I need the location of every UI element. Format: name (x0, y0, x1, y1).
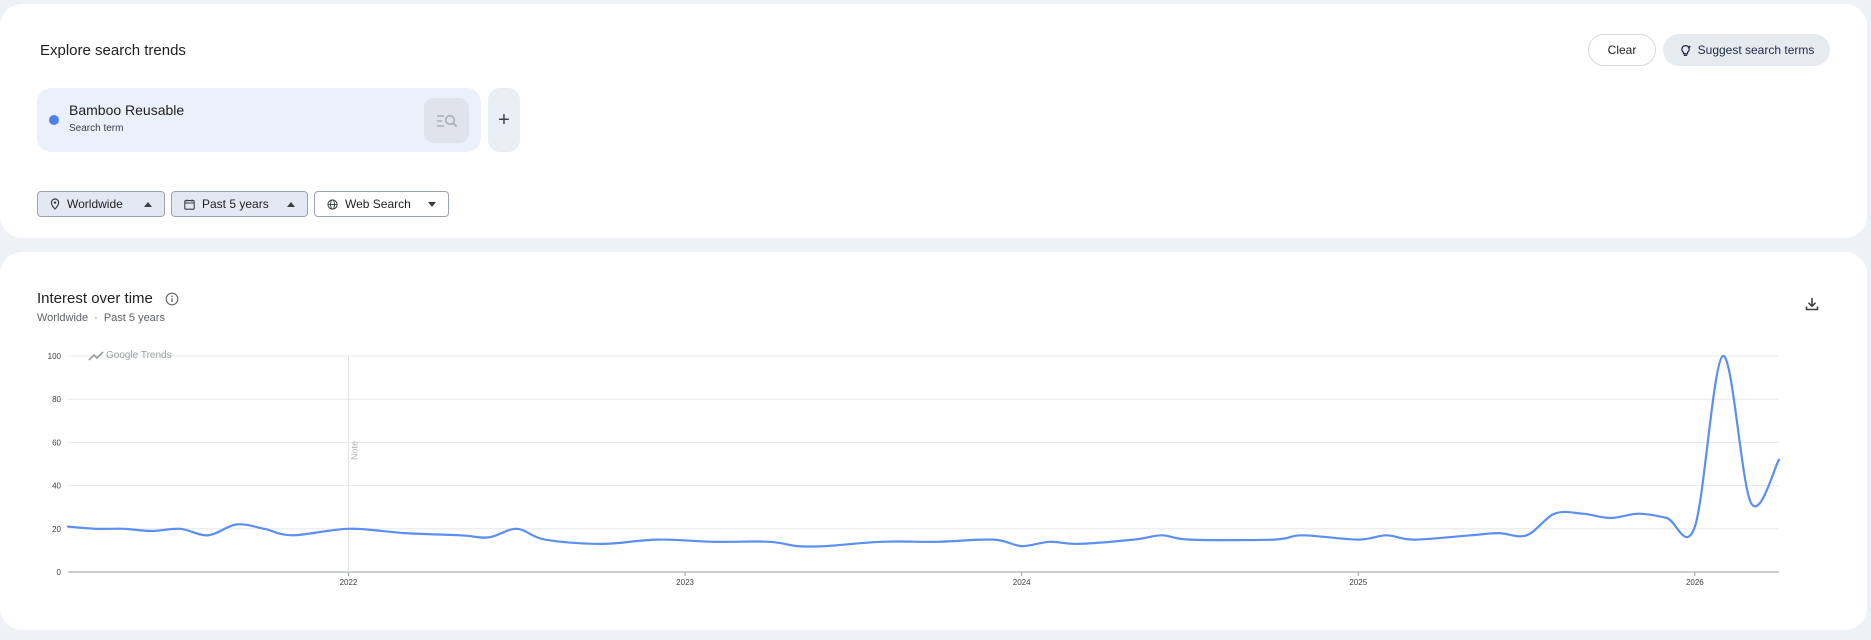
chevron-up-icon (144, 201, 152, 207)
clear-button[interactable]: Clear (1588, 34, 1656, 66)
location-pin-icon (50, 198, 60, 210)
page-title: Explore search trends (40, 42, 186, 59)
time-range-filter[interactable]: Past 5 years (171, 191, 308, 217)
chevron-down-icon (428, 201, 436, 207)
search-property-label: Web Search (345, 197, 411, 211)
search-term-type: Search term (69, 123, 124, 134)
chart-subtitle: Worldwide · Past 5 years (37, 312, 165, 324)
search-property-filter[interactable]: Web Search (314, 191, 449, 217)
search-term-name: Bamboo Reusable (69, 102, 185, 118)
series-line-bamboo-reusable (66, 354, 1781, 548)
calendar-icon (184, 199, 195, 210)
search-term-card[interactable]: Bamboo Reusable Search term (37, 88, 481, 152)
x-tick-label: 2024 (1013, 578, 1031, 587)
chevron-up-icon (287, 201, 295, 207)
chart-title: Interest over time (37, 290, 153, 307)
add-term-button[interactable]: + (488, 88, 520, 152)
y-tick-label: 20 (52, 525, 61, 534)
chart-gridlines (68, 355, 1779, 573)
x-axis-ticks: 2022 2023 2024 2025 2026 (340, 572, 1704, 587)
y-tick-label: 80 (52, 395, 61, 404)
interest-line-chart: 100 80 60 40 20 0 2022 2023 2024 2025 2026 Google… (48, 350, 1781, 587)
series-color-dot (49, 115, 59, 125)
y-tick-label: 60 (52, 438, 61, 447)
location-filter[interactable]: Worldwide (37, 191, 165, 217)
x-tick-label: 2026 (1686, 578, 1704, 587)
globe-icon (327, 198, 338, 210)
y-axis-ticks: 100 80 60 40 20 0 (48, 352, 62, 577)
y-tick-label: 0 (57, 568, 62, 577)
download-icon[interactable] (1804, 296, 1820, 312)
refine-term-button[interactable] (424, 98, 469, 143)
note-annotation[interactable]: Note (349, 441, 359, 460)
subtitle-time: Past 5 years (103, 312, 165, 324)
watermark-label: Google Trends (106, 350, 172, 361)
suggest-label: Suggest search terms (1697, 43, 1815, 57)
list-search-icon (436, 114, 457, 127)
time-range-filter-label: Past 5 years (202, 197, 269, 211)
y-tick-label: 40 (52, 482, 61, 491)
y-tick-label: 100 (48, 352, 62, 361)
x-tick-label: 2023 (676, 578, 694, 587)
suggest-search-terms-button[interactable]: Suggest search terms (1663, 34, 1830, 66)
info-icon[interactable] (165, 292, 179, 306)
subtitle-geo: Worldwide (37, 312, 89, 324)
sparkle-bulb-icon (1680, 44, 1691, 56)
x-tick-label: 2025 (1349, 578, 1367, 587)
subtitle-separator: · (94, 312, 98, 324)
location-filter-label: Worldwide (67, 197, 123, 211)
x-tick-label: 2022 (340, 578, 358, 587)
